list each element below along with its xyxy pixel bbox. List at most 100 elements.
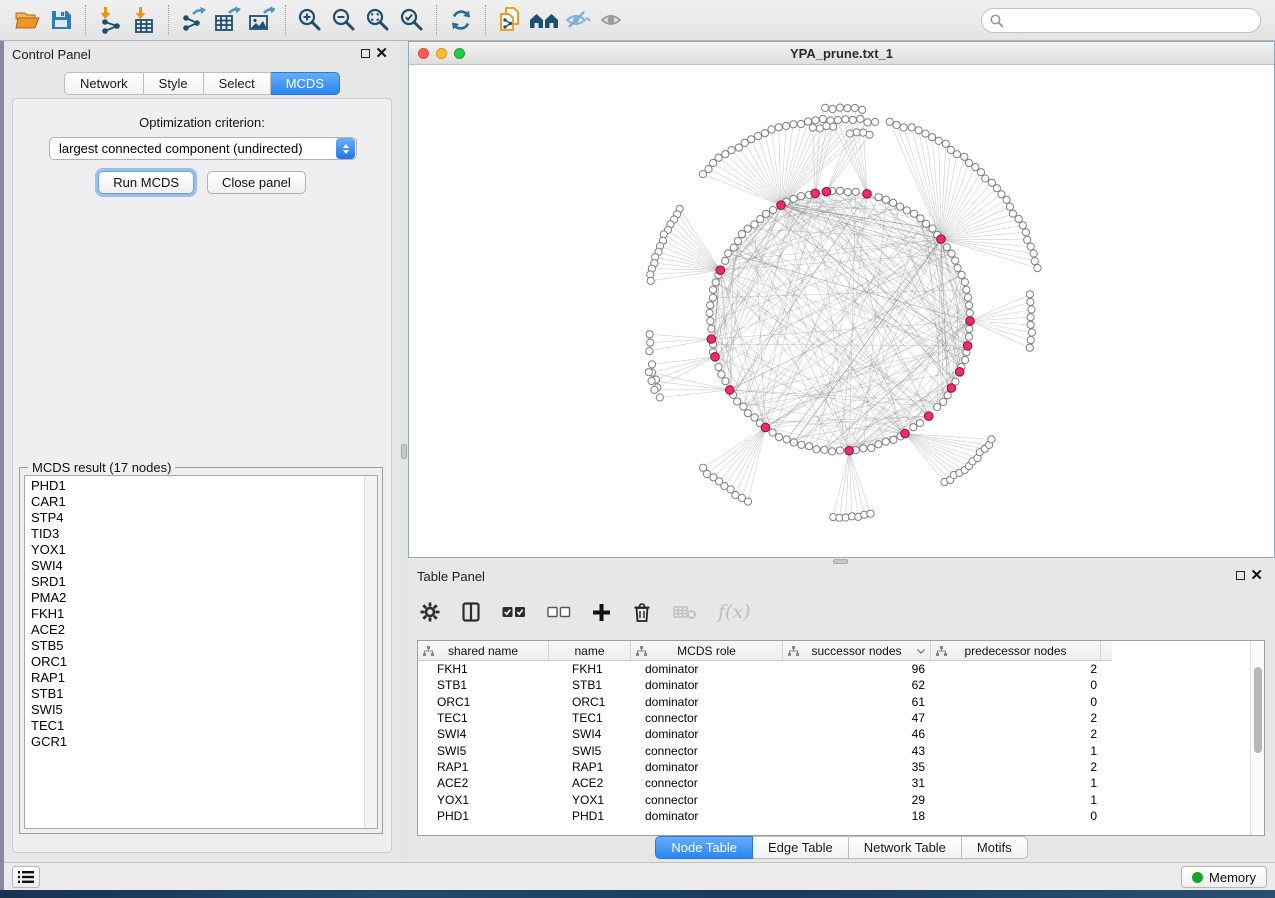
table-options-icon[interactable] (420, 599, 440, 625)
node-table[interactable]: shared namenameMCDS rolesuccessor nodesp… (417, 640, 1265, 836)
table-cell: dominator (633, 678, 786, 692)
table-cell: PHD1 (550, 809, 633, 823)
search-input[interactable] (1009, 13, 1260, 28)
table-row[interactable]: TEC1TEC1connector472 (418, 710, 1264, 726)
tab-motifs[interactable]: Motifs (962, 836, 1028, 859)
duplicate-network-icon[interactable] (493, 4, 527, 36)
network-title-bar[interactable]: YPA_prune.txt_1 (409, 42, 1274, 65)
close-panel-icon[interactable]: ✕ (1250, 570, 1263, 581)
table-body: FKH1FKH1dominator962STB1STB1dominator620… (418, 661, 1264, 824)
column-header-predecessor-nodes[interactable]: predecessor nodes (931, 641, 1101, 660)
splitter-handle[interactable] (833, 559, 848, 564)
mcds-node-item[interactable]: ACE2 (25, 622, 377, 638)
deselect-all-rows-icon[interactable] (547, 599, 571, 625)
table-cell: connector (633, 711, 786, 725)
optimization-criterion-select[interactable]: largest connected component (undirected) (49, 137, 357, 160)
mcds-node-item[interactable]: STB5 (25, 638, 377, 654)
table-row[interactable]: FKH1FKH1dominator962 (418, 661, 1264, 677)
network-graph[interactable] (409, 65, 1274, 556)
memory-button[interactable]: Memory (1181, 866, 1267, 888)
splitter-handle[interactable] (401, 444, 407, 459)
table-scrollbar[interactable] (1250, 641, 1264, 835)
minimize-window-icon[interactable] (436, 48, 447, 59)
tab-mcds[interactable]: MCDS (271, 72, 340, 95)
open-file-icon[interactable] (10, 4, 44, 36)
hide-selected-icon[interactable] (561, 4, 595, 36)
scrollbar-thumb[interactable] (1254, 667, 1262, 753)
mcds-node-item[interactable]: SWI4 (25, 558, 377, 574)
delete-column-icon[interactable] (632, 599, 652, 625)
table-row[interactable]: SWI4SWI4dominator462 (418, 726, 1264, 742)
select-all-rows-icon[interactable] (502, 599, 526, 625)
float-panel-icon[interactable] (361, 49, 370, 58)
zoom-in-icon[interactable] (293, 4, 327, 36)
table-row[interactable]: RAP1RAP1dominator352 (418, 759, 1264, 775)
network-canvas[interactable] (409, 65, 1274, 556)
column-header-MCDS-role[interactable]: MCDS role (631, 641, 783, 660)
tab-node-table[interactable]: Node Table (655, 836, 753, 859)
tab-network[interactable]: Network (64, 72, 144, 95)
apply-preferred-layout-icon[interactable] (444, 4, 478, 36)
zoom-out-icon[interactable] (327, 4, 361, 36)
add-column-icon[interactable] (592, 599, 611, 625)
table-cell: 1 (935, 776, 1106, 790)
mcds-node-item[interactable]: CAR1 (25, 494, 377, 510)
import-table-icon[interactable] (127, 4, 161, 36)
table-row[interactable]: ACE2ACE2connector311 (418, 775, 1264, 791)
mcds-node-item[interactable]: FKH1 (25, 606, 377, 622)
tab-select[interactable]: Select (204, 72, 271, 95)
dropdown-stepper-icon (336, 138, 355, 159)
mcds-node-item[interactable]: STP4 (25, 510, 377, 526)
column-header-shared-name[interactable]: shared name (418, 641, 549, 660)
mcds-node-item[interactable]: TID3 (25, 526, 377, 542)
mcds-node-item[interactable]: YOX1 (25, 542, 377, 558)
run-mcds-button[interactable]: Run MCDS (98, 171, 194, 194)
toolbar-separator (85, 5, 86, 35)
task-history-button[interactable] (12, 866, 40, 888)
mcds-node-item[interactable]: ORC1 (25, 654, 377, 670)
show-columns-icon[interactable] (461, 599, 481, 625)
mcds-result-list[interactable]: PHD1CAR1STP4TID3YOX1SWI4SRD1PMA2FKH1ACE2… (24, 475, 378, 829)
mcds-node-item[interactable]: SWI5 (25, 702, 377, 718)
mcds-node-item[interactable]: RAP1 (25, 670, 377, 686)
search-field[interactable] (981, 8, 1261, 33)
export-table-icon[interactable] (210, 4, 244, 36)
column-header-successor-nodes[interactable]: successor nodes (783, 641, 931, 660)
table-cell: 2 (935, 711, 1106, 725)
mcds-node-item[interactable]: PHD1 (25, 478, 377, 494)
maximize-window-icon[interactable] (454, 48, 465, 59)
float-panel-icon[interactable] (1236, 571, 1245, 580)
close-panel-button[interactable]: Close panel (207, 171, 306, 194)
export-image-icon[interactable] (244, 4, 278, 36)
tab-style[interactable]: Style (144, 72, 204, 95)
table-row[interactable]: SWI5SWI5connector431 (418, 742, 1264, 758)
mcds-node-item[interactable]: SRD1 (25, 574, 377, 590)
save-session-icon[interactable] (44, 4, 78, 36)
zoom-fit-icon[interactable] (361, 4, 395, 36)
delete-table-icon[interactable] (673, 599, 697, 625)
close-window-icon[interactable] (418, 48, 429, 59)
first-neighbors-icon[interactable] (527, 4, 561, 36)
mcds-node-item[interactable]: PMA2 (25, 590, 377, 606)
export-network-icon[interactable] (176, 4, 210, 36)
show-all-icon[interactable] (595, 4, 629, 36)
table-row[interactable]: STB1STB1dominator620 (418, 677, 1264, 693)
tab-network-table[interactable]: Network Table (849, 836, 962, 859)
table-row[interactable]: PHD1PHD1dominator180 (418, 808, 1264, 824)
list-scrollbar[interactable] (364, 476, 377, 828)
table-header: shared namenameMCDS rolesuccessor nodesp… (418, 641, 1112, 661)
mcds-node-item[interactable]: TEC1 (25, 718, 377, 734)
mcds-node-item[interactable]: GCR1 (25, 734, 377, 750)
function-builder-icon[interactable]: f(x) (718, 599, 751, 625)
column-header-name[interactable]: name (549, 641, 631, 660)
table-cell: 47 (786, 711, 935, 725)
mcds-node-item[interactable]: STB1 (25, 686, 377, 702)
import-network-icon[interactable] (93, 4, 127, 36)
vertical-splitter[interactable] (400, 41, 408, 862)
tab-edge-table[interactable]: Edge Table (753, 836, 849, 859)
table-row[interactable]: ORC1ORC1dominator610 (418, 694, 1264, 710)
close-panel-icon[interactable]: ✕ (375, 48, 388, 59)
table-row[interactable]: YOX1YOX1connector291 (418, 791, 1264, 807)
zoom-selected-icon[interactable] (395, 4, 429, 36)
horizontal-splitter[interactable] (408, 558, 1275, 565)
